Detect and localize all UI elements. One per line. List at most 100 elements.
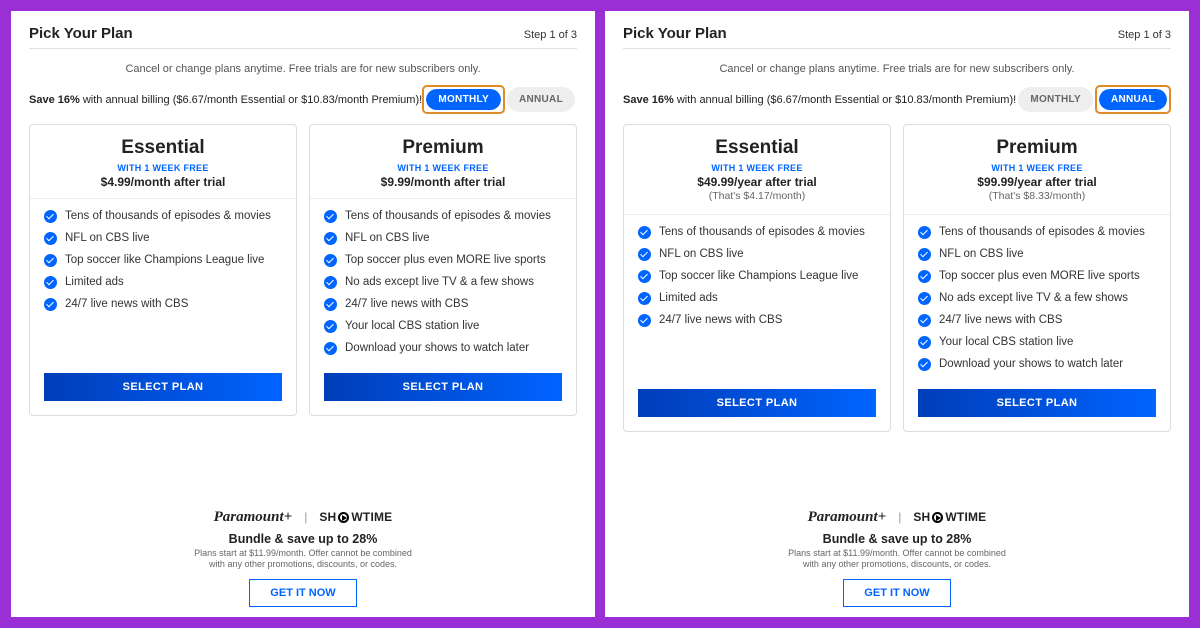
select-plan-button[interactable]: SELECT PLAN [918, 389, 1156, 417]
bundle-title: Bundle & save up to 28% [29, 532, 577, 546]
feature-text: Top soccer plus even MORE live sports [939, 269, 1140, 284]
bundle-fine-print: Plans start at $11.99/month. Offer canno… [623, 548, 1171, 571]
feature-text: NFL on CBS live [345, 231, 430, 246]
step-indicator: Step 1 of 3 [524, 29, 577, 41]
feature-item: NFL on CBS live [638, 247, 876, 262]
feature-item: 24/7 live news with CBS [918, 313, 1156, 328]
check-icon [918, 358, 931, 371]
check-icon [324, 276, 337, 289]
feature-text: Limited ads [65, 275, 124, 290]
feature-list: Tens of thousands of episodes & movies NF… [918, 225, 1156, 379]
feature-text: Tens of thousands of episodes & movies [345, 209, 551, 224]
check-icon [638, 292, 651, 305]
subtitle-text: Cancel or change plans anytime. Free tri… [623, 63, 1171, 75]
pricing-panel-monthly: Pick Your Plan Step 1 of 3 Cancel or chang… [11, 11, 595, 617]
check-icon [918, 226, 931, 239]
showtime-logo: SHWTIME [319, 510, 392, 524]
trial-badge: WITH 1 WEEK FREE [44, 163, 282, 173]
feature-item: Limited ads [638, 291, 876, 306]
check-icon [918, 292, 931, 305]
select-plan-button[interactable]: SELECT PLAN [44, 373, 282, 401]
feature-text: No ads except live TV & a few shows [939, 291, 1128, 306]
toggle-annual[interactable]: ANNUAL [507, 87, 575, 112]
feature-text: Tens of thousands of episodes & movies [65, 209, 271, 224]
feature-item: Top soccer plus even MORE live sports [918, 269, 1156, 284]
feature-text: 24/7 live news with CBS [659, 313, 782, 328]
savings-text: Save 16% with annual billing ($6.67/mont… [29, 94, 422, 106]
check-icon [638, 248, 651, 261]
page-title: Pick Your Plan [623, 25, 727, 42]
plan-name: Essential [44, 137, 282, 159]
plan-name: Premium [918, 137, 1156, 159]
toggle-monthly[interactable]: MONTHLY [426, 89, 501, 110]
feature-item: Tens of thousands of episodes & movies [638, 225, 876, 240]
feature-item: Top soccer like Champions League live [44, 253, 282, 268]
check-icon [324, 320, 337, 333]
billing-toggle: MONTHLY [426, 89, 501, 110]
select-plan-button[interactable]: SELECT PLAN [324, 373, 562, 401]
plan-name: Essential [638, 137, 876, 159]
check-icon [44, 276, 57, 289]
feature-item: Download your shows to watch later [324, 341, 562, 356]
check-icon [324, 342, 337, 355]
check-icon [44, 298, 57, 311]
plan-card-essential: EssentialWITH 1 WEEK FREE$4.99/month aft… [29, 124, 297, 416]
plan-price: $49.99/year after trial [638, 175, 876, 189]
bundle-offer: Paramount+|SHWTIMEBundle & save up to 28… [29, 509, 577, 607]
check-icon [638, 314, 651, 327]
bundle-offer: Paramount+|SHWTIMEBundle & save up to 28… [623, 509, 1171, 607]
check-icon [324, 232, 337, 245]
logo-separator: | [304, 510, 307, 524]
feature-item: Tens of thousands of episodes & movies [324, 209, 562, 224]
check-icon [44, 210, 57, 223]
feature-text: Tens of thousands of episodes & movies [659, 225, 865, 240]
feature-text: Limited ads [659, 291, 718, 306]
showtime-logo: SHWTIME [913, 510, 986, 524]
subtitle-text: Cancel or change plans anytime. Free tri… [29, 63, 577, 75]
price-equivalent: (That's $8.33/month) [918, 190, 1156, 202]
check-icon [324, 298, 337, 311]
feature-text: Your local CBS station live [939, 335, 1073, 350]
feature-item: 24/7 live news with CBS [44, 297, 282, 312]
toggle-annual[interactable]: ANNUAL [1099, 89, 1167, 110]
check-icon [44, 232, 57, 245]
check-icon [918, 314, 931, 327]
billing-toggle-highlight: MONTHLY [422, 85, 505, 114]
select-plan-button[interactable]: SELECT PLAN [638, 389, 876, 417]
plan-card-premium: PremiumWITH 1 WEEK FREE$9.99/month after… [309, 124, 577, 416]
feature-text: No ads except live TV & a few shows [345, 275, 534, 290]
bundle-fine-print: Plans start at $11.99/month. Offer canno… [29, 548, 577, 571]
get-bundle-button[interactable]: GET IT NOW [843, 579, 950, 607]
feature-item: Top soccer plus even MORE live sports [324, 253, 562, 268]
feature-item: Your local CBS station live [324, 319, 562, 334]
feature-item: No ads except live TV & a few shows [324, 275, 562, 290]
feature-text: NFL on CBS live [65, 231, 150, 246]
get-bundle-button[interactable]: GET IT NOW [249, 579, 356, 607]
feature-item: NFL on CBS live [324, 231, 562, 246]
check-icon [918, 270, 931, 283]
feature-text: NFL on CBS live [939, 247, 1024, 262]
feature-text: Top soccer like Champions League live [659, 269, 858, 284]
feature-item: Tens of thousands of episodes & movies [44, 209, 282, 224]
feature-item: Top soccer like Champions League live [638, 269, 876, 284]
check-icon [918, 248, 931, 261]
trial-badge: WITH 1 WEEK FREE [324, 163, 562, 173]
page-title: Pick Your Plan [29, 25, 133, 42]
feature-text: 24/7 live news with CBS [65, 297, 188, 312]
trial-badge: WITH 1 WEEK FREE [918, 163, 1156, 173]
check-icon [324, 254, 337, 267]
plan-card-essential: EssentialWITH 1 WEEK FREE$49.99/year aft… [623, 124, 891, 432]
feature-text: Tens of thousands of episodes & movies [939, 225, 1145, 240]
toggle-monthly[interactable]: MONTHLY [1018, 87, 1093, 112]
check-icon [918, 336, 931, 349]
feature-item: 24/7 live news with CBS [324, 297, 562, 312]
feature-list: Tens of thousands of episodes & movies NF… [638, 225, 876, 379]
billing-toggle: ANNUAL [1099, 89, 1167, 110]
feature-item: NFL on CBS live [918, 247, 1156, 262]
feature-item: Tens of thousands of episodes & movies [918, 225, 1156, 240]
feature-text: 24/7 live news with CBS [939, 313, 1062, 328]
feature-item: Your local CBS station live [918, 335, 1156, 350]
pricing-panel-annual: Pick Your PlanStep 1 of 3Cancel or chang… [605, 11, 1189, 617]
paramount-plus-logo: Paramount+ [808, 509, 887, 526]
feature-text: Top soccer plus even MORE live sports [345, 253, 546, 268]
